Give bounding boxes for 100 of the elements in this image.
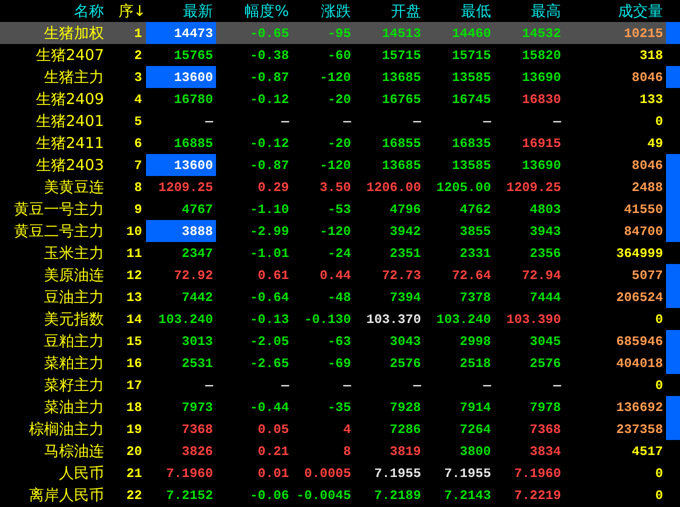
column-header[interactable]: 最新 bbox=[146, 0, 216, 22]
price-text: — bbox=[483, 378, 491, 392]
price-text: 1206.00 bbox=[366, 180, 421, 194]
instrument-name: 豆油主力 bbox=[43, 286, 105, 308]
price-text: 13690 bbox=[522, 70, 561, 84]
quote-row[interactable]: 人民币 21 7.1960 0.01 0.0005 7.1955 7.1955 7.1960 0 bbox=[0, 462, 680, 484]
price-text: 7264 bbox=[460, 422, 491, 436]
price-text: 3819 bbox=[390, 444, 421, 458]
quote-row[interactable]: 生猪加权 1 14473 -0.65 -95 14513 14460 14532 10215 bbox=[0, 22, 680, 44]
quote-row[interactable]: 黄豆一号主力 9 4767 -1.10 -53 4796 4762 4803 41550 bbox=[0, 198, 680, 220]
price-text: -60 bbox=[328, 48, 351, 62]
price-text: 7378 bbox=[460, 290, 491, 304]
price-text: 7914 bbox=[460, 400, 491, 414]
quote-row[interactable]: 离岸人民币 22 7.2152 -0.06 -0.0045 7.2189 7.2143 7.2219 0 bbox=[0, 484, 680, 506]
price-text: 103.390 bbox=[506, 312, 561, 326]
row-number: 1 bbox=[133, 24, 143, 42]
row-number: 10 bbox=[125, 222, 143, 240]
instrument-name: 黄豆二号主力 bbox=[13, 220, 105, 242]
quote-row[interactable]: 马棕油连 20 3826 0.21 8 3819 3800 3834 4517 bbox=[0, 440, 680, 462]
instrument-name: 生猪2403 bbox=[34, 154, 105, 176]
row-number: 5 bbox=[133, 112, 143, 130]
price-text: 72.73 bbox=[382, 268, 421, 282]
quote-row[interactable]: 菜油主力 18 7973 -0.44 -35 7928 7914 7978 136692 bbox=[0, 396, 680, 418]
price-text: 72.92 bbox=[174, 268, 213, 282]
instrument-name: 美元指数 bbox=[43, 308, 105, 330]
row-number: 12 bbox=[125, 266, 143, 284]
quote-row[interactable]: 美原油连 12 72.92 0.61 0.44 72.73 72.64 72.94 5077 bbox=[0, 264, 680, 286]
instrument-name: 生猪2411 bbox=[34, 132, 105, 154]
price-text: 15715 bbox=[382, 48, 421, 62]
price-text: -0.12 bbox=[250, 136, 289, 150]
price-text: 72.64 bbox=[452, 268, 491, 282]
quote-row[interactable]: 玉米主力 11 2347 -1.01 -24 2351 2331 2356 364999 bbox=[0, 242, 680, 264]
price-text: 0.05 bbox=[258, 422, 289, 436]
price-text: 2347 bbox=[182, 246, 213, 260]
price-text: 16745 bbox=[452, 92, 491, 106]
quote-row[interactable]: 生猪2401 5 — — — — — — 0 bbox=[0, 110, 680, 132]
column-header[interactable]: 最高 bbox=[494, 0, 564, 22]
column-header[interactable]: 最低 bbox=[424, 0, 494, 22]
row-number: 22 bbox=[125, 486, 143, 504]
volume-text: 0 bbox=[655, 312, 663, 326]
column-header[interactable]: 成交量 bbox=[564, 0, 666, 22]
row-number: 20 bbox=[125, 442, 143, 460]
quote-row[interactable]: 棕榈油主力 19 7368 0.05 4 7286 7264 7368 237358 bbox=[0, 418, 680, 440]
row-number: 14 bbox=[125, 310, 143, 328]
volume-text: 364999 bbox=[616, 246, 663, 260]
price-text: — bbox=[413, 114, 421, 128]
row-number: 3 bbox=[133, 68, 143, 86]
price-text: 7.2189 bbox=[374, 488, 421, 502]
price-text: 7442 bbox=[182, 290, 213, 304]
quote-row[interactable]: 美元指数 14 103.240 -0.13 -0.130 103.370 103.240 103.390 0 bbox=[0, 308, 680, 330]
price-text: 13690 bbox=[522, 158, 561, 172]
volume-text: 0 bbox=[655, 466, 663, 480]
instrument-name: 美黄豆连 bbox=[43, 176, 105, 198]
price-text: 4796 bbox=[390, 202, 421, 216]
quote-row[interactable]: 生猪2409 4 16780 -0.12 -20 16765 16745 16830 133 bbox=[0, 88, 680, 110]
price-text: 2576 bbox=[390, 356, 421, 370]
price-text: 0.21 bbox=[258, 444, 289, 458]
instrument-name: 人民币 bbox=[58, 462, 105, 484]
price-text: 3013 bbox=[182, 334, 213, 348]
column-header[interactable]: 幅度% bbox=[216, 0, 292, 22]
quote-row[interactable]: 豆油主力 13 7442 -0.64 -48 7394 7378 7444 206524 bbox=[0, 286, 680, 308]
column-header[interactable]: 名称 bbox=[0, 0, 116, 22]
price-text: 2331 bbox=[460, 246, 491, 260]
quote-row[interactable]: 菜粕主力 16 2531 -2.65 -69 2576 2518 2576 404018 bbox=[0, 352, 680, 374]
price-text: 103.370 bbox=[366, 312, 421, 326]
price-text: — bbox=[343, 114, 351, 128]
instrument-name: 菜油主力 bbox=[43, 396, 105, 418]
quote-row[interactable]: 美黄豆连 8 1209.25 0.29 3.50 1206.00 1205.00 1209.25 2488 bbox=[0, 176, 680, 198]
price-text: 14513 bbox=[382, 26, 421, 40]
quote-row[interactable]: 黄豆二号主力 10 3888 -2.99 -120 3942 3855 3943 84700 bbox=[0, 220, 680, 242]
quote-row[interactable]: 菜籽主力 17 — — — — — — 0 bbox=[0, 374, 680, 396]
price-text: 16765 bbox=[382, 92, 421, 106]
price-text: 16885 bbox=[174, 136, 213, 150]
quote-row[interactable]: 生猪主力 3 13600 -0.87 -120 13685 13585 13690 8046 bbox=[0, 66, 680, 88]
price-text: 7394 bbox=[390, 290, 421, 304]
quote-row[interactable]: 豆粕主力 15 3013 -2.05 -63 3043 2998 3045 685946 bbox=[0, 330, 680, 352]
price-text: 4803 bbox=[530, 202, 561, 216]
column-header[interactable]: 开盘 bbox=[354, 0, 424, 22]
price-text: 16830 bbox=[522, 92, 561, 106]
quote-row[interactable]: 生猪2403 7 13600 -0.87 -120 13685 13585 13690 8046 bbox=[0, 154, 680, 176]
volume-text: 2488 bbox=[632, 180, 663, 194]
price-text: 7.1955 bbox=[374, 466, 421, 480]
quote-row[interactable]: 生猪2407 2 15765 -0.38 -60 15715 15715 15820 318 bbox=[0, 44, 680, 66]
price-text: -48 bbox=[328, 290, 351, 304]
volume-text: 8046 bbox=[632, 70, 663, 84]
column-header[interactable]: 涨跌 bbox=[292, 0, 354, 22]
price-text: 16915 bbox=[522, 136, 561, 150]
volume-text: 84700 bbox=[624, 224, 663, 238]
price-text: -0.65 bbox=[250, 26, 289, 40]
price-text: 2576 bbox=[530, 356, 561, 370]
price-text: 3045 bbox=[530, 334, 561, 348]
price-text: 0.44 bbox=[320, 268, 351, 282]
price-text: -1.10 bbox=[250, 202, 289, 216]
price-text: 0.29 bbox=[258, 180, 289, 194]
price-text: -53 bbox=[328, 202, 351, 216]
price-text: — bbox=[281, 378, 289, 392]
column-header[interactable]: 序↓ bbox=[116, 0, 146, 22]
price-text: — bbox=[205, 114, 213, 128]
price-text: -2.05 bbox=[250, 334, 289, 348]
quote-row[interactable]: 生猪2411 6 16885 -0.12 -20 16855 16835 16915 49 bbox=[0, 132, 680, 154]
